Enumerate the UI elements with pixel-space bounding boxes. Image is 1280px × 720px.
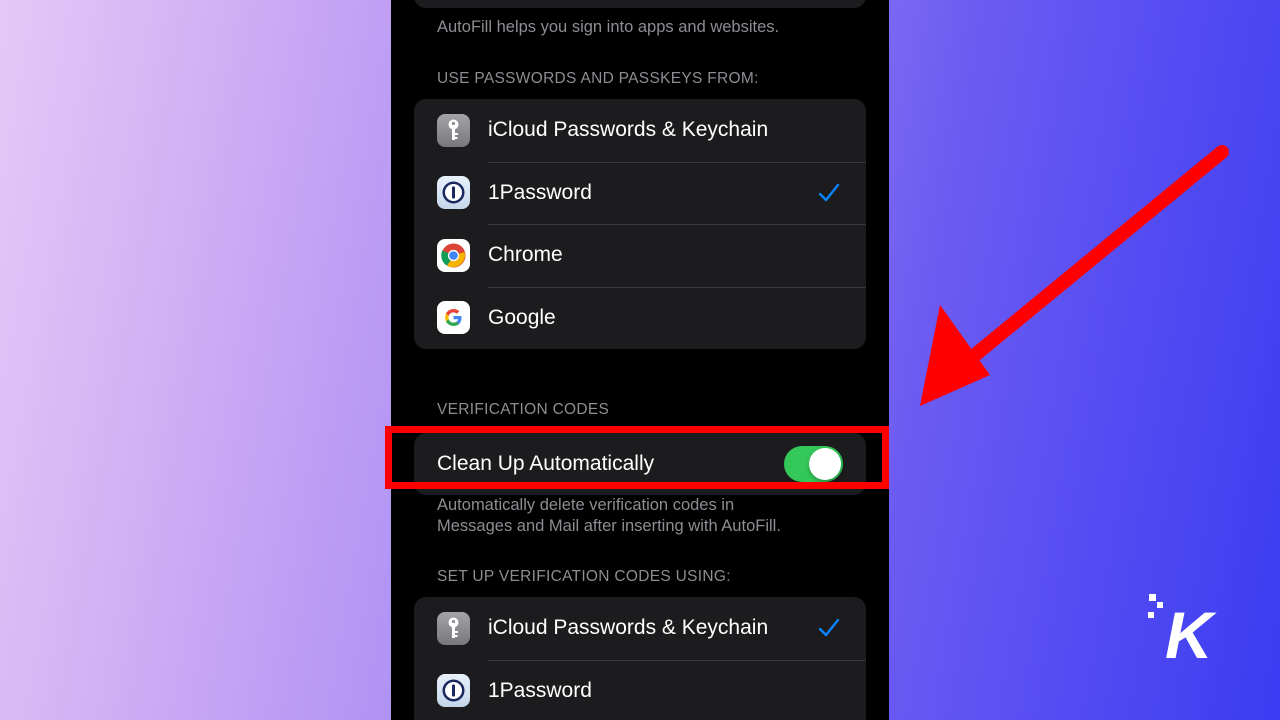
key-icon	[437, 611, 470, 645]
passwords-section-header: USE PASSWORDS AND PASSKEYS FROM:	[437, 70, 759, 87]
toggle-knob	[809, 448, 841, 480]
verification-codes-group: Clean Up Automatically	[414, 433, 866, 495]
verification-provider-row-icloud-keychain[interactable]: iCloud Passwords & Keychain	[414, 597, 866, 660]
autofill-footer: AutoFill helps you sign into apps and we…	[437, 18, 780, 36]
provider-label: 1Password	[488, 678, 592, 702]
provider-row-icloud-keychain[interactable]: iCloud Passwords & Keychain	[414, 99, 866, 162]
provider-row-1password[interactable]: 1Password	[414, 161, 866, 225]
brand-logo-icon: K	[1148, 594, 1217, 665]
checkmark-icon	[818, 183, 840, 201]
settings-screen: AutoFill helps you sign into apps and we…	[391, 0, 889, 720]
setup-section-header: SET UP VERIFICATION CODES USING:	[437, 568, 731, 585]
red-arrow-icon	[920, 145, 1229, 406]
provider-row-google[interactable]: Google	[414, 286, 866, 350]
previous-settings-group	[414, 0, 866, 8]
provider-label: Google	[488, 305, 556, 329]
provider-label: iCloud Passwords & Keychain	[488, 616, 769, 640]
brand-logo-letter: K	[1165, 598, 1217, 665]
clean-up-automatically-toggle[interactable]	[784, 446, 843, 482]
onepassword-icon	[437, 176, 470, 210]
key-icon	[437, 113, 470, 147]
verification-footer: Automatically delete verification codes …	[437, 495, 781, 537]
provider-row-chrome[interactable]: Chrome	[414, 224, 866, 287]
clean-up-automatically-label: Clean Up Automatically	[437, 452, 655, 475]
verification-provider-list: iCloud Passwords & Keychain 1Password	[414, 597, 866, 720]
clean-up-automatically-row: Clean Up Automatically	[414, 433, 866, 495]
verification-section-header: VERIFICATION CODES	[437, 401, 610, 418]
provider-label: Chrome	[488, 243, 563, 267]
verification-provider-row-1password[interactable]: 1Password	[414, 659, 866, 720]
checkmark-icon	[818, 619, 840, 637]
provider-label: 1Password	[488, 180, 592, 204]
chrome-icon	[437, 238, 470, 272]
verification-footer-line1: Automatically delete verification codes …	[437, 496, 735, 514]
onepassword-icon	[437, 674, 470, 708]
provider-label: iCloud Passwords & Keychain	[488, 118, 769, 142]
passwords-provider-list: iCloud Passwords & Keychain 1Password Ch…	[414, 99, 866, 349]
google-icon	[437, 301, 470, 335]
verification-footer-line2: Messages and Mail after inserting with A…	[437, 517, 781, 535]
